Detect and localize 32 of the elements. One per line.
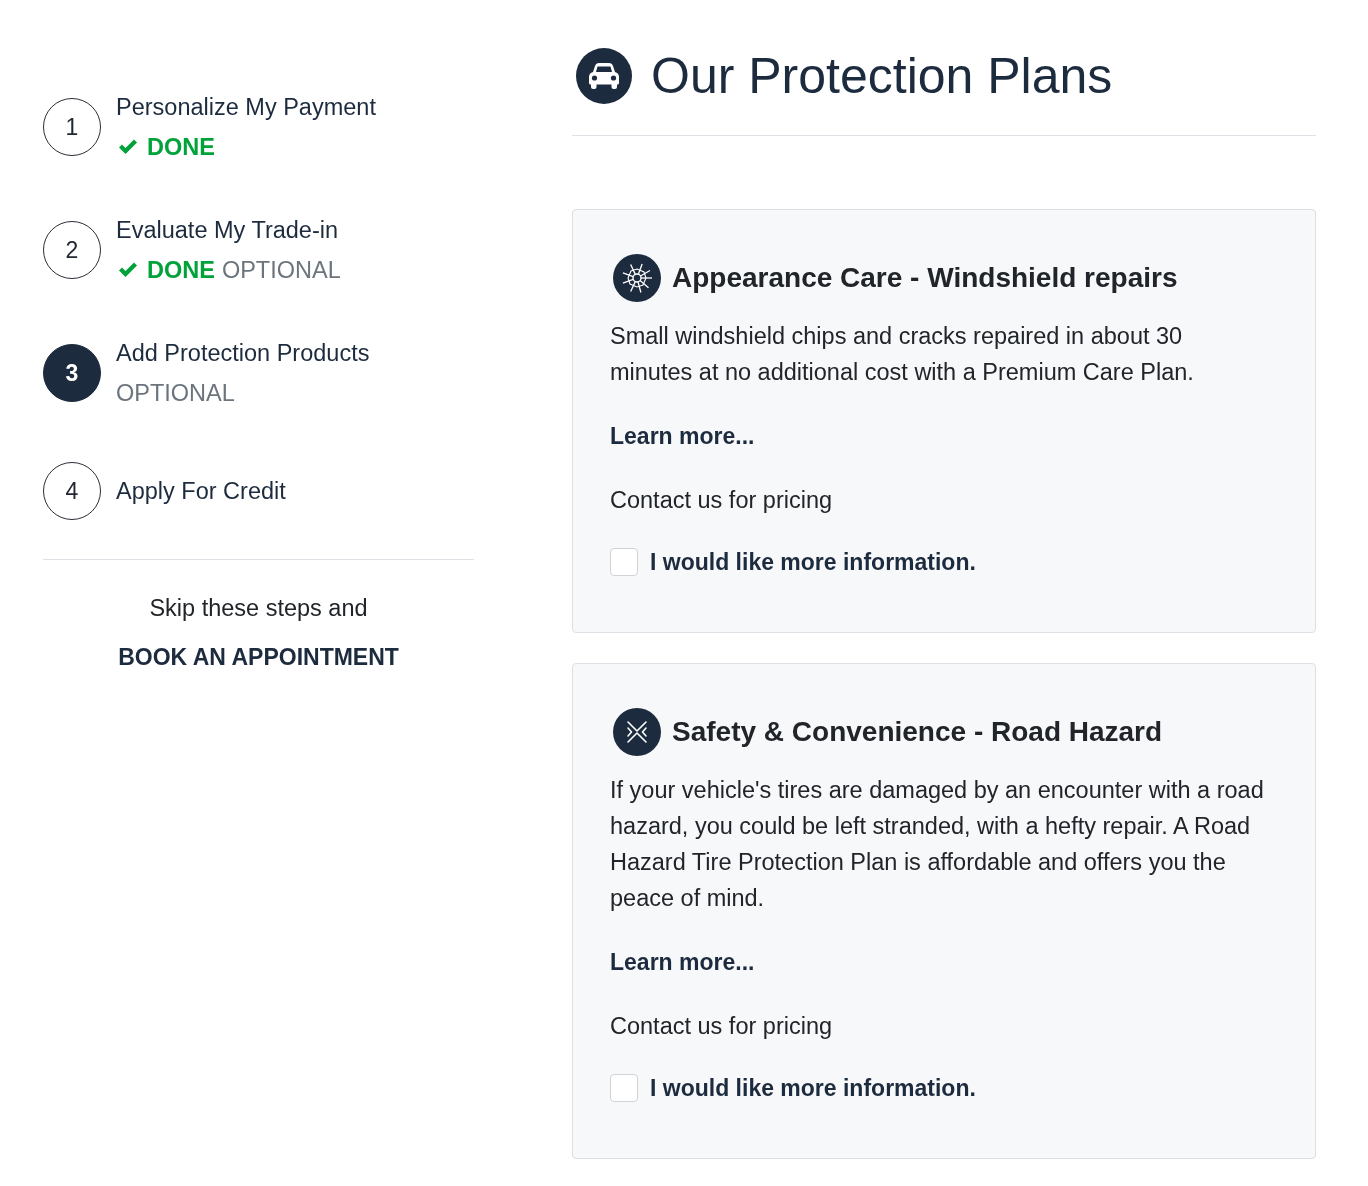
pricing-text: Contact us for pricing <box>610 1012 834 1041</box>
step-number[interactable]: 3 <box>43 344 101 402</box>
step-number[interactable]: 4 <box>43 462 101 520</box>
car-icon <box>576 48 632 104</box>
plan-title: Appearance Care - Windshield repairs <box>672 261 1178 295</box>
done-label: DONE <box>147 256 215 284</box>
book-appointment-link[interactable]: BOOK AN APPOINTMENT <box>118 642 399 672</box>
optional-label: OPTIONAL <box>116 379 235 407</box>
learn-more-link[interactable]: Learn more... <box>610 418 755 454</box>
plan-title: Safety & Convenience - Road Hazard <box>672 715 1163 749</box>
step-title[interactable]: Add Protection Products <box>116 339 370 367</box>
plan-description: If your vehicle's tires are damaged by an encounter with a road hazard, you could be left stranded, with a hefty repair. A Road Hazard Tire Protection Plan is affordable and offers you the peace of mind. <box>610 776 1265 913</box>
step-title[interactable]: Evaluate My Trade-in <box>116 216 348 244</box>
checkbox-label[interactable]: I would like more information. <box>650 1073 976 1103</box>
step-number[interactable]: 2 <box>43 221 101 279</box>
learn-more-link[interactable]: Learn more... <box>610 944 755 980</box>
check-icon <box>118 139 138 155</box>
starburst-icon <box>613 254 661 302</box>
plan-description: Small windshield chips and cracks repaired in about 30 minutes at no additional cost with a Premium Care Plan. <box>610 322 1195 387</box>
checkbox[interactable] <box>610 1074 638 1102</box>
chevrons-icon <box>613 708 661 756</box>
step-title[interactable]: Personalize My Payment <box>116 93 376 121</box>
optional-label: OPTIONAL <box>221 256 341 284</box>
done-label: DONE <box>147 133 215 161</box>
checkbox-label[interactable]: I would like more information. <box>650 547 976 577</box>
check-icon <box>118 262 138 278</box>
pricing-text: Contact us for pricing <box>610 486 834 515</box>
step-title[interactable]: Apply For Credit <box>116 477 286 505</box>
skip-text: Skip these steps and <box>149 594 368 623</box>
page-title: Our Protection Plans <box>651 48 1113 104</box>
step-number[interactable]: 1 <box>43 98 101 156</box>
checkbox[interactable] <box>610 548 638 576</box>
